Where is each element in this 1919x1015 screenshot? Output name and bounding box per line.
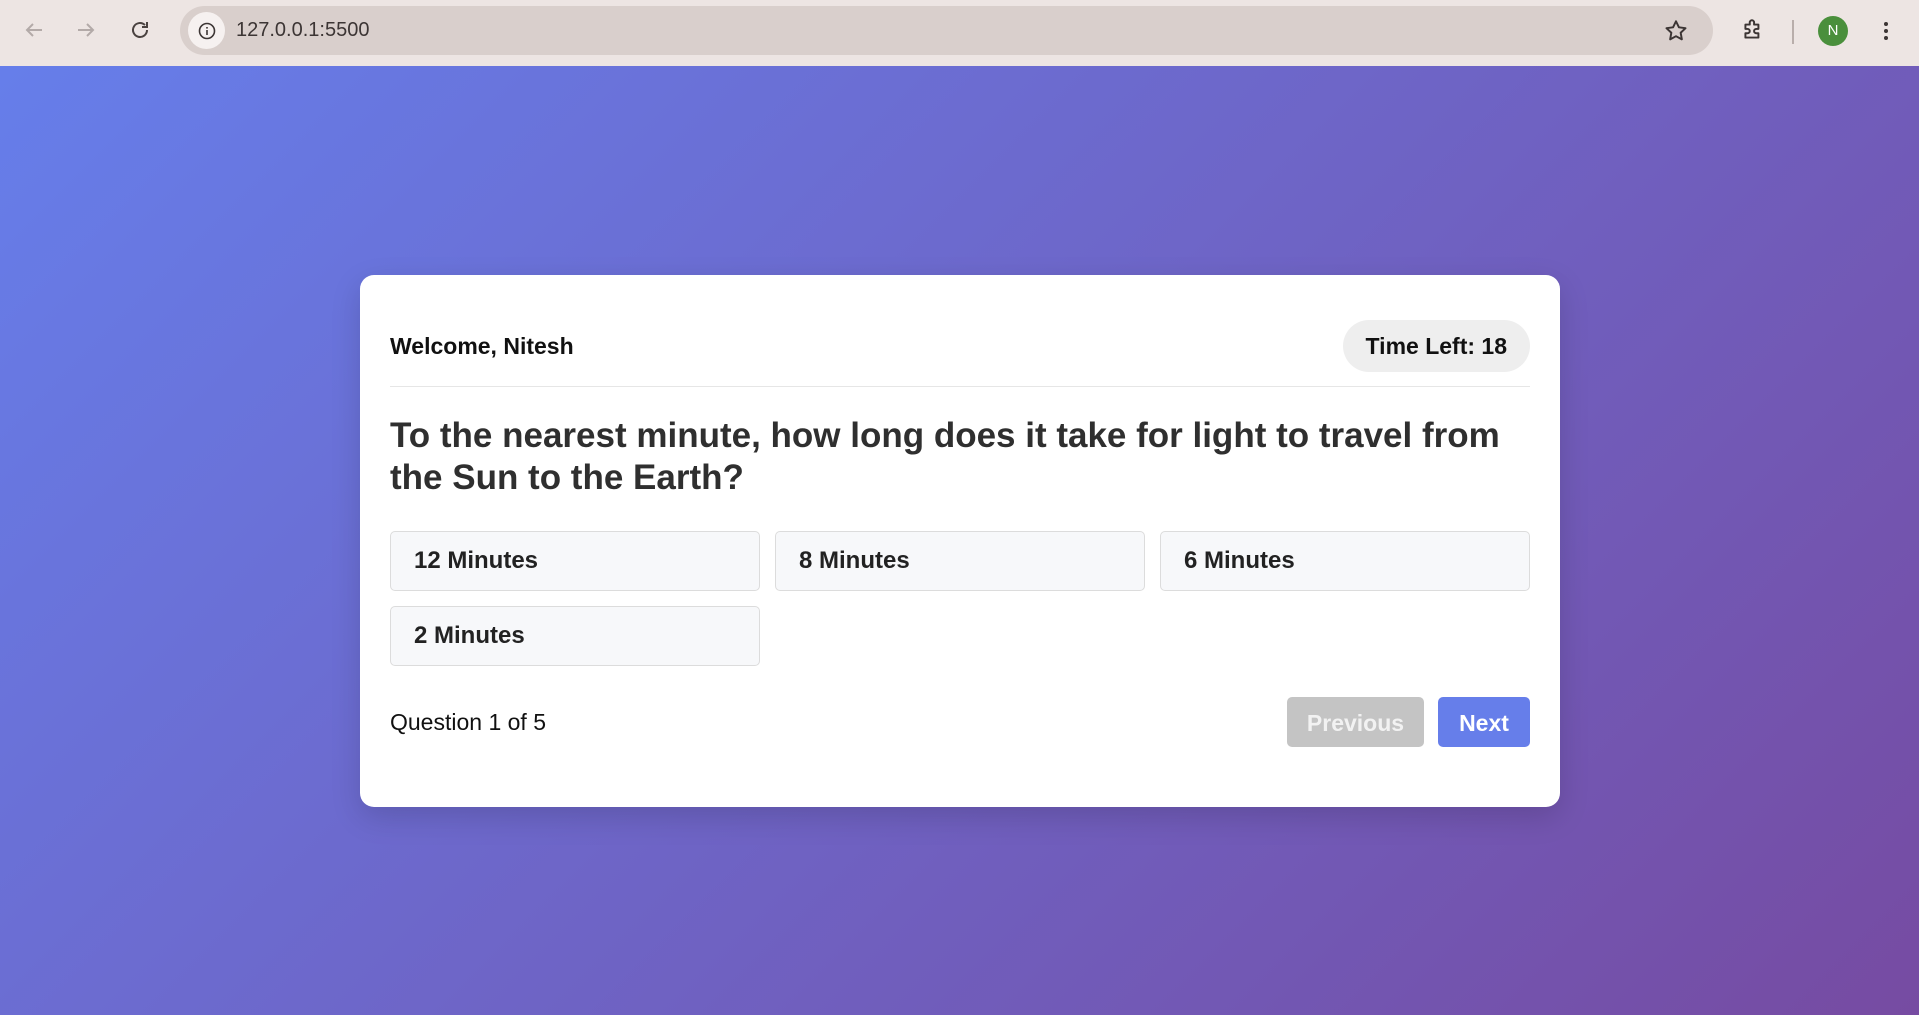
star-icon — [1665, 20, 1687, 41]
timer-badge: Time Left: 18 — [1342, 320, 1530, 372]
info-icon — [198, 22, 215, 39]
extensions-icon — [1744, 19, 1760, 39]
question-text: To the nearest minute, how long does it … — [390, 416, 1500, 497]
url-text[interactable]: 127.0.0.1:5500 — [236, 6, 369, 55]
browser-menu-button[interactable] — [1872, 14, 1900, 48]
back-arrow-icon — [25, 23, 42, 37]
question-progress: Question 1 of 5 — [390, 709, 546, 735]
bookmark-button[interactable] — [1660, 15, 1692, 47]
previous-button[interactable]: Previous — [1287, 697, 1424, 747]
extensions-button[interactable] — [1735, 12, 1771, 48]
option-button[interactable]: 8 Minutes — [775, 531, 1145, 591]
quiz-footer: Question 1 of 5 Previous Next — [390, 697, 1530, 747]
profile-avatar[interactable]: N — [1818, 16, 1848, 46]
next-button[interactable]: Next — [1438, 697, 1530, 747]
option-button[interactable]: 12 Minutes — [390, 531, 760, 591]
browser-toolbar: 127.0.0.1:5500 N — [0, 0, 1919, 66]
reload-icon — [132, 22, 148, 38]
welcome-text: Welcome, Nitesh — [390, 333, 574, 359]
page-background: Welcome, Nitesh Time Left: 18 To the nea… — [0, 66, 1919, 1015]
forward-button[interactable] — [68, 12, 104, 48]
reload-button[interactable] — [122, 12, 158, 48]
toolbar-divider — [1792, 20, 1794, 44]
more-vertical-icon — [1884, 22, 1888, 40]
option-button[interactable]: 2 Minutes — [390, 606, 760, 666]
quiz-card: Welcome, Nitesh Time Left: 18 To the nea… — [360, 275, 1560, 807]
site-info-button[interactable] — [188, 12, 225, 49]
address-bar[interactable]: 127.0.0.1:5500 — [180, 6, 1713, 55]
quiz-header: Welcome, Nitesh Time Left: 18 — [390, 320, 1530, 387]
forward-arrow-icon — [78, 23, 95, 37]
back-button[interactable] — [16, 12, 52, 48]
option-button[interactable]: 6 Minutes — [1160, 531, 1530, 591]
